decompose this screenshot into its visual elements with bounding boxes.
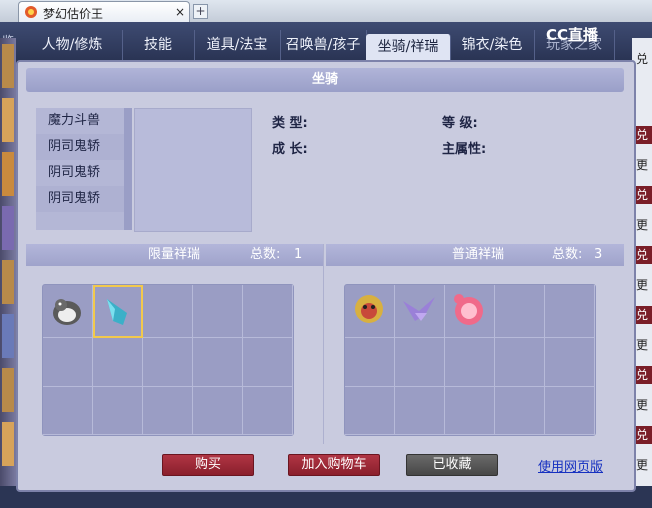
grid-cell[interactable] [545, 285, 595, 338]
side-avatar [2, 44, 14, 88]
grid-cell[interactable] [243, 338, 293, 387]
normal-count: 3 [594, 247, 603, 262]
mount-list-item[interactable]: 阴司鬼轿 [36, 160, 124, 186]
grid-cell[interactable] [243, 386, 293, 435]
crystal-icon [107, 299, 127, 325]
grid-cell[interactable] [445, 386, 495, 435]
type-label: 类 型: [272, 116, 308, 131]
side-avatar [2, 368, 14, 412]
mount-list-item[interactable]: 阴司鬼轿 [36, 186, 124, 212]
mount-preview [134, 108, 252, 232]
grid-cell[interactable] [143, 338, 193, 387]
grid-cell[interactable] [93, 338, 143, 387]
level-label: 等 级: [442, 116, 478, 131]
grid-cell[interactable] [193, 386, 243, 435]
bird-pet-icon [403, 297, 435, 321]
side-avatar [2, 152, 14, 196]
limited-count-label: 总数: [250, 247, 281, 262]
grid-cell[interactable] [93, 386, 143, 435]
side-avatar [2, 260, 14, 304]
tab-costume[interactable]: 锦衣/染色 [450, 30, 535, 60]
mount-list: 魔力斗兽 阴司鬼轿 阴司鬼轿 阴司鬼轿 [36, 108, 132, 230]
tab-pets[interactable]: 召唤兽/孩子 [280, 30, 367, 60]
grid-cell[interactable] [545, 386, 595, 435]
normal-count-label: 总数: [552, 247, 583, 262]
growth-label: 成 长: [272, 142, 308, 157]
logo-text: CC直播 [546, 26, 599, 44]
grid-cell[interactable] [445, 285, 495, 338]
grid-cell[interactable] [495, 338, 545, 387]
grid-cell[interactable] [545, 338, 595, 387]
normal-title: 普通祥瑞 [452, 247, 505, 262]
mount-panel: 坐骑 魔力斗兽 阴司鬼轿 阴司鬼轿 阴司鬼轿 类 型: 成 长: 等 级: 主属… [16, 60, 636, 492]
normal-grid [344, 284, 596, 436]
close-tab-icon[interactable]: × [175, 5, 185, 19]
panel-title: 坐骑 [26, 68, 624, 92]
tab-mounts[interactable]: 坐骑/祥瑞 [366, 34, 451, 60]
collected-button[interactable]: 已收藏 [406, 454, 498, 476]
grid-cell[interactable] [345, 285, 395, 338]
limited-grid [42, 284, 294, 436]
grid-cell[interactable] [395, 338, 445, 387]
section-divider [323, 244, 324, 444]
grid-cell[interactable] [43, 285, 93, 338]
web-version-link[interactable]: 使用网页版 [538, 456, 603, 475]
grid-cell[interactable] [43, 338, 93, 387]
grid-cell[interactable] [93, 285, 143, 338]
grid-cell[interactable] [345, 386, 395, 435]
add-to-cart-button[interactable]: 加入购物车 [288, 454, 380, 476]
browser-tab[interactable]: 梦幻估价王 × [18, 1, 190, 23]
cat-pet-icon [53, 299, 81, 325]
left-side-strip [0, 38, 16, 486]
mount-list-item[interactable]: 阴司鬼轿 [36, 134, 124, 160]
grid-cell[interactable] [243, 285, 293, 338]
grid-cell[interactable] [143, 285, 193, 338]
main-attr-label: 主属性: [442, 142, 487, 157]
limited-header: 限量祥瑞 总数: 1 [26, 244, 324, 266]
side-avatar [2, 98, 14, 142]
browser-tabstrip: 梦幻估价王 × + [0, 0, 652, 23]
side-avatar [2, 314, 14, 358]
grid-cell[interactable] [495, 386, 545, 435]
grid-cell[interactable] [193, 338, 243, 387]
grid-cell[interactable] [445, 338, 495, 387]
normal-header: 普通祥瑞 总数: 3 [326, 244, 624, 266]
new-tab-button[interactable]: + [193, 4, 208, 19]
mount-list-item[interactable]: 魔力斗兽 [36, 108, 124, 134]
grid-cell[interactable] [395, 285, 445, 338]
tab-items[interactable]: 道具/法宝 [194, 30, 281, 60]
app-favicon-icon [25, 6, 37, 18]
browser-tab-title: 梦幻估价王 [43, 7, 104, 21]
tab-character[interactable]: 人物/修炼 [22, 30, 123, 60]
buy-button[interactable]: 购买 [162, 454, 254, 476]
pink-pet-icon [454, 294, 483, 325]
limited-title: 限量祥瑞 [148, 247, 201, 262]
limited-count: 1 [294, 247, 303, 262]
side-avatar [2, 422, 14, 466]
grid-cell[interactable] [143, 386, 193, 435]
cc-live-logo: CC直播 [546, 24, 598, 45]
side-avatar [2, 206, 14, 250]
grid-cell[interactable] [193, 285, 243, 338]
lion-pet-icon [355, 295, 383, 323]
grid-cell[interactable] [495, 285, 545, 338]
grid-cell[interactable] [395, 386, 445, 435]
grid-cell[interactable] [345, 338, 395, 387]
grid-cell[interactable] [43, 386, 93, 435]
tab-skills[interactable]: 技能 [122, 30, 195, 60]
